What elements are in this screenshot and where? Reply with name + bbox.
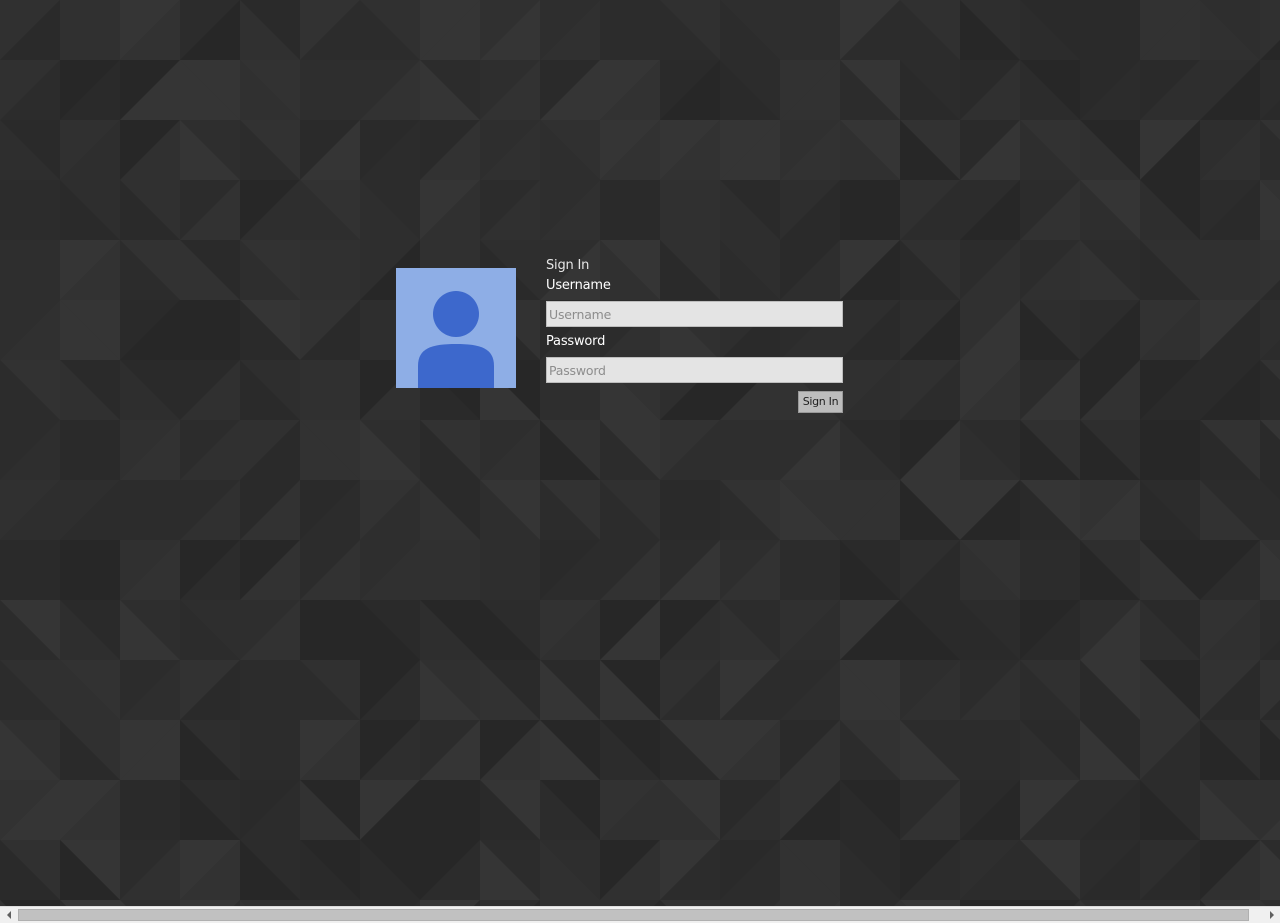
scroll-right-button[interactable]	[1263, 907, 1280, 923]
password-label: Password	[546, 334, 606, 349]
arrow-right-icon	[1269, 911, 1274, 919]
background-pattern	[0, 0, 1280, 906]
scroll-left-button[interactable]	[0, 907, 17, 923]
user-icon	[418, 291, 494, 388]
username-label: Username	[546, 278, 611, 293]
login-form: Sign In Username Password	[546, 256, 843, 383]
password-input[interactable]	[546, 357, 843, 383]
horizontal-scrollbar[interactable]	[0, 906, 1280, 923]
scrollbar-thumb[interactable]	[18, 909, 1249, 921]
sign-in-heading: Sign In	[546, 258, 590, 273]
user-avatar	[396, 268, 516, 388]
sign-in-button[interactable]: Sign In	[798, 390, 843, 413]
arrow-left-icon	[6, 911, 11, 919]
username-input[interactable]	[546, 301, 843, 327]
